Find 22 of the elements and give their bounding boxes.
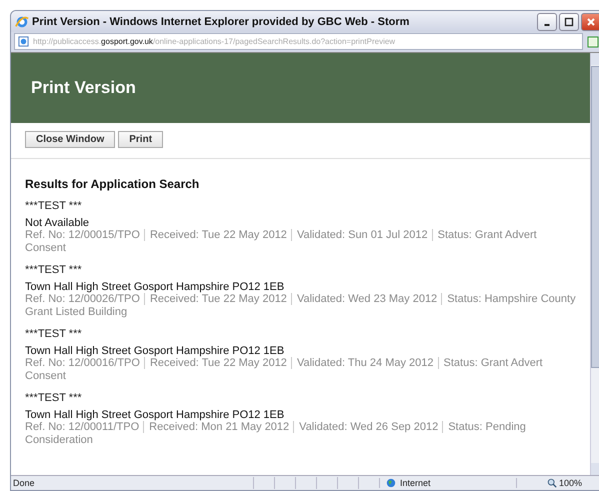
result-address: Town Hall High Street Gosport Hampshire PO12 1EB [25, 409, 286, 421]
result-title: ***TEST *** [25, 264, 83, 276]
result-title: ***TEST *** [25, 392, 83, 404]
result-details: Ref. No: 12/00011/TPO Received: Mon 21 May 2012 Validated: Wed 26 Sep 2012 Status: Pending Consideration [25, 421, 527, 447]
print-button[interactable]: Print [118, 131, 164, 148]
status-text: Done [12, 478, 36, 488]
close-window-button[interactable]: Close Window [25, 131, 116, 148]
result-address: Town Hall High Street Gosport Hampshire PO12 1EB [25, 345, 286, 357]
window-title: Print Version - Windows Internet Explorer provided by GBC Web - Storm [32, 16, 410, 28]
url-text: http://publicaccess.gosport.gov.uk/online-applications-17/pagedSearchResults.do?action=printPreview [33, 37, 396, 46]
zone-text: Internet [400, 478, 431, 488]
result-title: ***TEST *** [25, 200, 83, 212]
result-details: Ref. No: 12/00026/TPO Received: Tue 22 May 2012 Validated: Wed 23 May 2012 Status: Hampshire County Grant Listed Building [25, 293, 576, 319]
result-title: ***TEST *** [25, 328, 83, 340]
address-field[interactable]: http://publicaccess.gosport.gov.uk/online-applications-17/pagedSearchResults.do?action=printPreview [14, 33, 583, 50]
result-details: Ref. No: 12/00016/TPO Received: Tue 22 May 2012 Validated: Thu 24 May 2012 Status: Grant Advert Consent [25, 357, 544, 383]
result-address: Not Available [25, 217, 90, 229]
results-heading: Results for Application Search [25, 177, 200, 191]
page-title: Print Version [31, 78, 136, 98]
result-details: Ref. No: 12/00015/TPO Received: Tue 22 May 2012 Validated: Sun 01 Jul 2012 Status: Grant Advert Consent [25, 229, 538, 255]
zoom-level[interactable]: 100% [559, 478, 582, 488]
result-address: Town Hall High Street Gosport Hampshire PO12 1EB [25, 281, 286, 293]
